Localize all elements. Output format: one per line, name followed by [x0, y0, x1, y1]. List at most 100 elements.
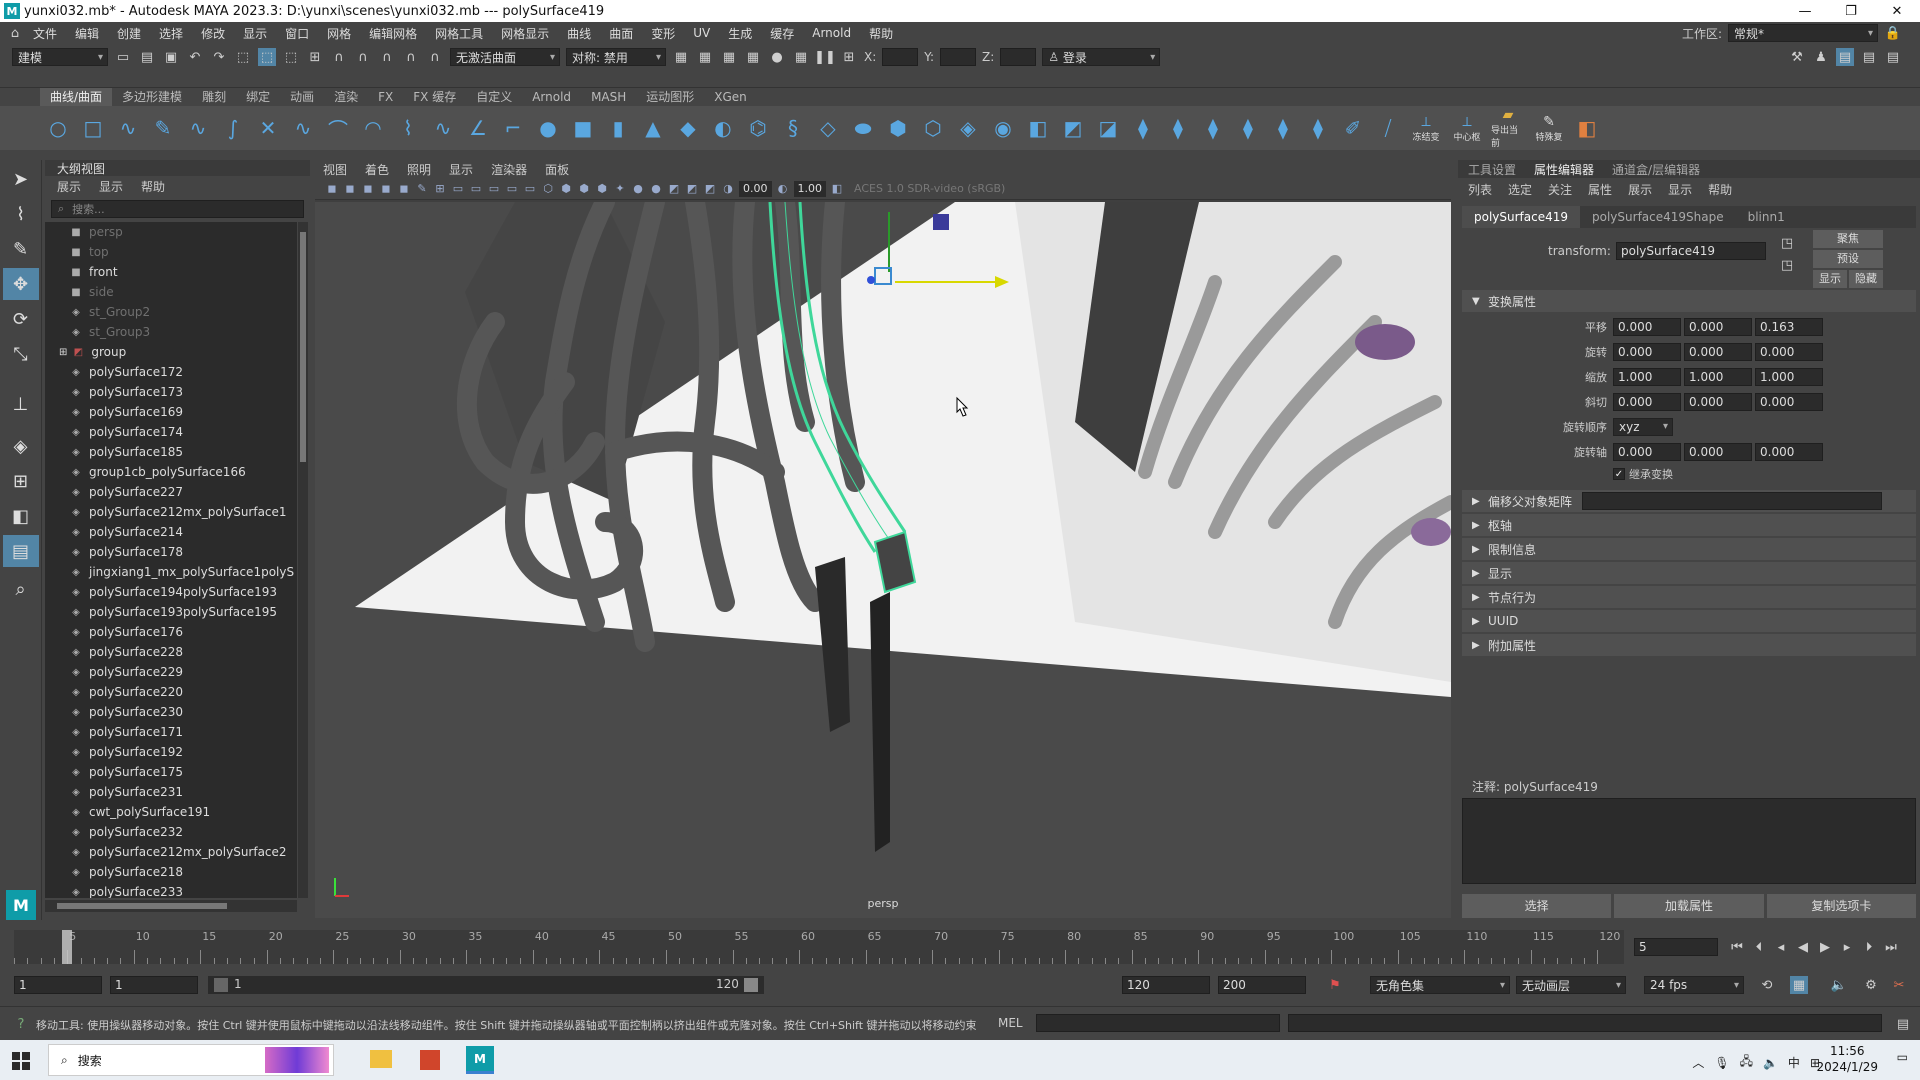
rotate-axis-x[interactable]: 0.000 [1613, 442, 1681, 461]
outliner-item[interactable]: ◈ polySurface185 [45, 442, 297, 462]
menu-item[interactable]: 编辑 [66, 25, 108, 42]
collapsed-section[interactable]: ▶ 偏移父对象矩阵 [1462, 490, 1916, 512]
outliner-item[interactable]: ◈ polySurface192 [45, 742, 297, 762]
menu-item[interactable]: Arnold [803, 26, 860, 40]
powerpoint-icon[interactable] [420, 1050, 440, 1070]
render-sequence-icon[interactable]: ▦ [696, 48, 714, 66]
exposure-value[interactable]: 0.00 [739, 180, 772, 197]
volume-icon[interactable]: 🔈 [1763, 1056, 1778, 1070]
presets-button[interactable]: 预设 [1813, 250, 1883, 268]
curve-fillet-icon[interactable]: ⌒ [324, 114, 352, 142]
viewport-menu-item[interactable]: 渲染器 [491, 161, 527, 178]
gamma-value[interactable]: 1.00 [793, 180, 826, 197]
lasso-tool-icon[interactable]: ⌇ [3, 198, 39, 230]
modeling-toolkit-icon[interactable]: ⚒ [1788, 48, 1806, 66]
auto-key-icon[interactable]: ⚑ [1326, 976, 1344, 994]
maya-home-icon[interactable]: M [6, 890, 36, 920]
step-back-key-icon[interactable]: ⏴ [1750, 938, 1768, 956]
login-dropdown[interactable]: ♙ 登录 [1042, 48, 1161, 66]
select-button[interactable]: 选择 [1462, 894, 1612, 918]
nurbs-plane-icon[interactable]: ◆ [674, 114, 702, 142]
save-scene-icon[interactable]: ▣ [162, 48, 180, 66]
surface-edit-icon[interactable]: ⧸ [1374, 114, 1402, 142]
y-input[interactable] [940, 48, 977, 66]
persp-outliner-icon[interactable]: ◧ [3, 500, 39, 532]
film-gate-icon[interactable]: ▭ [451, 182, 465, 196]
select-hierarchy-icon[interactable]: ⬚ [234, 48, 252, 66]
menu-item[interactable]: 生成 [719, 25, 761, 42]
menu-item[interactable]: 网格工具 [426, 25, 492, 42]
move-tool-icon[interactable]: ✥ [2, 268, 39, 300]
preferences-icon[interactable]: ⚙ [1862, 976, 1880, 994]
outliner-item[interactable]: ■ front [45, 262, 297, 282]
go-to-start-icon[interactable]: ⏮ [1728, 938, 1746, 956]
attach-surfaces-icon[interactable]: ⧫ [1164, 114, 1192, 142]
outliner-item[interactable]: ⊞ ◩ group [45, 342, 297, 362]
outliner-item[interactable]: ◈ polySurface231 [45, 782, 297, 802]
range-handle-start[interactable] [214, 978, 228, 992]
menu-item[interactable]: 网格 [318, 25, 360, 42]
transform-attributes-section[interactable]: ▼ 变换属性 [1462, 290, 1916, 312]
shelf-tab[interactable]: MASH [581, 88, 636, 106]
arc-icon[interactable]: ◠ [359, 114, 387, 142]
lights-icon[interactable]: ✦ [613, 182, 627, 196]
node-tab[interactable]: polySurface419Shape [1580, 210, 1736, 224]
attribute-tab[interactable]: 属性编辑器 [1534, 161, 1594, 178]
single-perspective-icon[interactable]: ◈ [3, 430, 39, 462]
shelf-tab[interactable]: FX 缓存 [403, 88, 466, 106]
attribute-value-field[interactable]: 1.000 [1684, 367, 1752, 386]
four-view-icon[interactable]: ⊞ [3, 465, 39, 497]
menu-item[interactable]: 曲线 [558, 25, 600, 42]
2d-pan-icon[interactable]: ◼ [397, 182, 411, 196]
untrim-icon[interactable]: ◪ [1094, 114, 1122, 142]
outliner-item[interactable]: ◈ polySurface193polySurface195 [45, 602, 297, 622]
custom-script-icon[interactable]: ◧ [1573, 114, 1601, 142]
attribute-value-field[interactable]: 0.000 [1613, 392, 1681, 411]
playhead[interactable] [62, 930, 73, 964]
shelf-tab[interactable]: 绑定 [236, 88, 280, 106]
nurbs-circle-icon[interactable]: ○ [44, 114, 72, 142]
new-scene-icon[interactable]: ▭ [114, 48, 132, 66]
wireframe-icon[interactable]: ⬡ [541, 182, 555, 196]
node-tab[interactable]: polySurface419 [1462, 206, 1581, 228]
outliner-item[interactable]: ◈ cwt_polySurface191 [45, 802, 297, 822]
transform-input-icon[interactable]: ⊞ [840, 48, 858, 66]
outliner-item[interactable]: ◈ polySurface172 [45, 362, 297, 382]
outliner-item[interactable]: ◈ polySurface218 [45, 862, 297, 882]
go-to-end-icon[interactable]: ⏭ [1882, 938, 1900, 956]
nurbs-torus-icon[interactable]: ◐ [709, 114, 737, 142]
outliner-item[interactable]: ■ persp [45, 222, 297, 242]
loft-icon[interactable]: § [779, 114, 807, 142]
microphone-icon[interactable]: 🎙 [1714, 1056, 1729, 1070]
x-input[interactable] [882, 48, 919, 66]
exposure-icon[interactable]: ◑ [721, 182, 735, 196]
attribute-menu-item[interactable]: 展示 [1628, 181, 1652, 198]
collapsed-section[interactable]: ▶ 节点行为 [1462, 586, 1916, 608]
shelf-tab[interactable]: Arnold [522, 88, 581, 106]
network-icon[interactable]: 🖧 [1740, 1052, 1753, 1073]
intersect-surfaces-icon[interactable]: ⧫ [1129, 114, 1157, 142]
pencil-curve-icon[interactable]: ✎ [149, 114, 177, 142]
outliner-item[interactable]: ◈ polySurface212mx_polySurface1 [45, 502, 297, 522]
attribute-value-field[interactable]: 0.000 [1613, 342, 1681, 361]
ambient-occlusion-icon[interactable]: ● [649, 182, 663, 196]
attribute-tab[interactable]: 通道盒/层编辑器 [1612, 161, 1700, 178]
curve-intersect-icon[interactable]: ✕ [254, 114, 282, 142]
menu-item[interactable]: 曲面 [600, 25, 642, 42]
fps-dropdown[interactable]: 24 fps [1644, 976, 1744, 994]
play-forward-icon[interactable]: ▶ [1816, 938, 1834, 956]
attribute-value-field[interactable]: 0.000 [1755, 342, 1823, 361]
file-explorer-icon[interactable] [370, 1050, 392, 1068]
outliner-item[interactable]: ◈ polySurface169 [45, 402, 297, 422]
playback-settings-icon[interactable]: ▦ [1790, 976, 1808, 994]
stitch-icon[interactable]: ⧫ [1304, 114, 1332, 142]
attribute-menu-item[interactable]: 关注 [1548, 181, 1572, 198]
select-object-icon[interactable]: ⬚ [258, 48, 276, 66]
isolate-select-icon[interactable]: ◩ [667, 182, 681, 196]
attribute-tab[interactable]: 工具设置 [1468, 161, 1516, 178]
transform-name-field[interactable]: polySurface419 [1616, 242, 1766, 260]
windows-start-icon[interactable] [12, 1052, 30, 1070]
collapsed-section[interactable]: ▶ 限制信息 [1462, 538, 1916, 560]
nurbs-cone-icon[interactable]: ▲ [639, 114, 667, 142]
outliner-item[interactable]: ◈ polySurface176 [45, 622, 297, 642]
